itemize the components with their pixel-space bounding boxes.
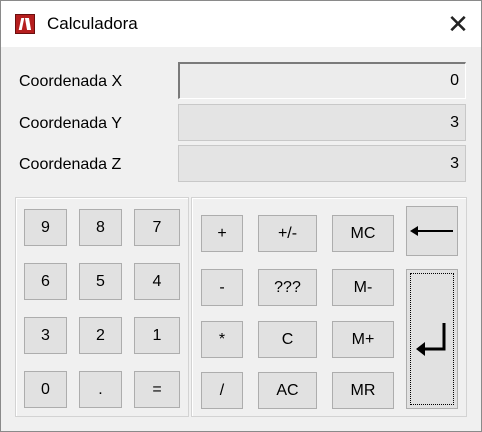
plus-button[interactable]: + bbox=[201, 215, 243, 252]
key-8[interactable]: 8 bbox=[79, 209, 122, 246]
coord-z-field[interactable]: 3 bbox=[178, 145, 466, 182]
key-decimal[interactable]: . bbox=[79, 371, 122, 408]
coord-y-label: Coordenada Y bbox=[19, 115, 122, 132]
coord-x-field[interactable]: 0 bbox=[178, 62, 466, 99]
arrow-left-icon bbox=[410, 226, 453, 236]
key-0[interactable]: 0 bbox=[24, 371, 67, 408]
calculator-window: Calculadora ✕ Coordenada X 0 Coordenada … bbox=[0, 0, 482, 432]
key-4[interactable]: 4 bbox=[134, 263, 180, 300]
divide-button[interactable]: / bbox=[201, 372, 243, 409]
window-title: Calculadora bbox=[47, 14, 138, 33]
multiply-button[interactable]: * bbox=[201, 321, 243, 358]
memory-add-button[interactable]: M+ bbox=[332, 321, 394, 358]
unknown-button[interactable]: ??? bbox=[258, 269, 317, 306]
key-6[interactable]: 6 bbox=[24, 263, 67, 300]
memory-recall-button[interactable]: MR bbox=[332, 372, 394, 409]
coord-x-label: Coordenada X bbox=[19, 73, 123, 90]
app-icon bbox=[15, 14, 35, 34]
backspace-button[interactable] bbox=[406, 206, 458, 256]
close-icon[interactable]: ✕ bbox=[441, 9, 475, 39]
key-equals[interactable]: = bbox=[134, 371, 180, 408]
enter-return-icon bbox=[416, 323, 446, 356]
key-9[interactable]: 9 bbox=[24, 209, 67, 246]
key-3[interactable]: 3 bbox=[24, 317, 67, 354]
minus-button[interactable]: - bbox=[201, 269, 243, 306]
memory-subtract-button[interactable]: M- bbox=[332, 269, 394, 306]
negate-button[interactable]: +/- bbox=[258, 215, 317, 252]
memory-clear-button[interactable]: MC bbox=[332, 215, 394, 252]
key-2[interactable]: 2 bbox=[79, 317, 122, 354]
coord-y-field[interactable]: 3 bbox=[178, 104, 466, 141]
clear-button[interactable]: C bbox=[258, 321, 317, 358]
key-1[interactable]: 1 bbox=[134, 317, 180, 354]
key-7[interactable]: 7 bbox=[134, 209, 180, 246]
all-clear-button[interactable]: AC bbox=[258, 372, 317, 409]
enter-button[interactable] bbox=[406, 269, 458, 409]
coord-z-label: Coordenada Z bbox=[19, 156, 122, 173]
key-5[interactable]: 5 bbox=[79, 263, 122, 300]
title-bar: Calculadora ✕ bbox=[1, 1, 481, 47]
